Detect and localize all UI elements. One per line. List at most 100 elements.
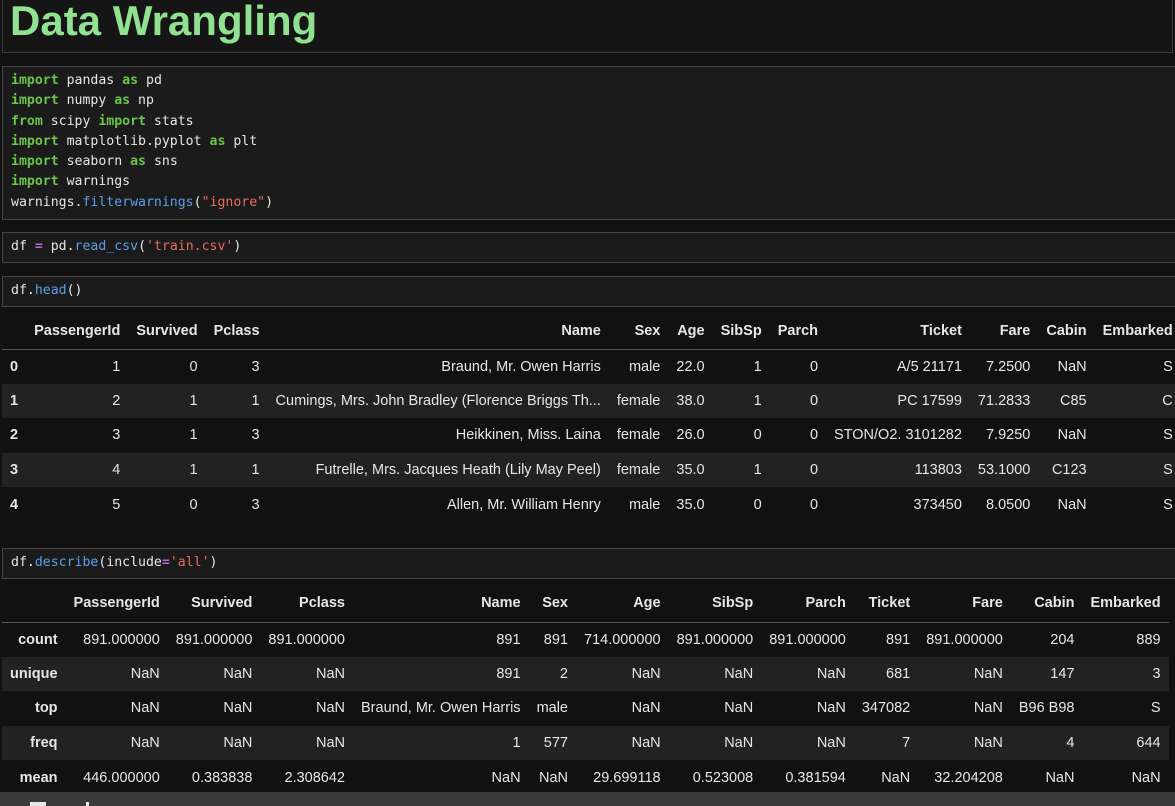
column-header xyxy=(2,585,66,623)
table-cell: 7.2500 xyxy=(985,358,1031,375)
toolbar-mark-icon xyxy=(86,802,89,806)
code-token: ) xyxy=(233,239,242,254)
table-cell: 891 xyxy=(496,665,521,682)
table-cell: NaN xyxy=(223,700,253,717)
table-cell: 0.381594 xyxy=(785,769,846,786)
table-cell: NaN xyxy=(631,665,661,682)
table-cell: 1 xyxy=(189,427,198,444)
code-token: warnings. xyxy=(11,194,83,210)
code-head[interactable]: df.head() xyxy=(3,277,1175,305)
table-cell: 4 xyxy=(112,462,121,479)
row-index: 0 xyxy=(10,358,19,375)
table-cell: 29.699118 xyxy=(593,769,661,786)
code-token: np xyxy=(130,93,154,109)
table-cell: NaN xyxy=(816,665,846,682)
code-token: read_csv xyxy=(74,239,139,254)
table-cell: 35.0 xyxy=(676,496,705,513)
table-cell: 891.000000 xyxy=(83,631,160,648)
table-cell: 7 xyxy=(902,735,911,752)
column-header: Pclass xyxy=(260,585,353,623)
table-cell: S xyxy=(1163,427,1173,444)
code-cell-read-csv[interactable]: df = pd.read_csv('train.csv') xyxy=(2,232,1175,263)
table-cell: Braund, Mr. Owen Harris xyxy=(361,700,521,717)
code-token: import xyxy=(11,93,59,109)
code-read-csv[interactable]: df = pd.read_csv('train.csv') xyxy=(3,233,1175,261)
table-cell: NaN xyxy=(315,700,345,717)
table-cell: 71.2833 xyxy=(977,392,1031,409)
code-token: matplotlib.pyplot xyxy=(58,133,210,149)
table-cell: 891 xyxy=(543,631,568,648)
column-header: Sex xyxy=(608,314,669,350)
table-cell: 891.000000 xyxy=(676,631,754,648)
table-cell: 0 xyxy=(809,427,819,444)
table-cell: 446.000000 xyxy=(83,769,160,786)
code-token: ) xyxy=(265,194,274,210)
column-header: Embarked xyxy=(1082,585,1169,623)
table-cell: 1 xyxy=(753,462,762,479)
table-cell: NaN xyxy=(724,735,754,752)
table-cell: 1 xyxy=(512,735,521,752)
table-row: 3 4 1 1 Futrelle, Mrs. Jacques Heath (Lily M… xyxy=(2,452,1175,488)
table-cell: 0 xyxy=(809,358,819,375)
column-header xyxy=(2,314,27,350)
table-cell: NaN xyxy=(816,700,846,717)
table-cell: 577 xyxy=(543,735,568,752)
code-token: df. xyxy=(11,555,35,570)
column-header: Cabin xyxy=(1038,314,1095,350)
column-header: Survived xyxy=(128,314,206,350)
column-header: Sex xyxy=(528,585,576,623)
code-imports[interactable]: import pandas as pd import numpy as np f… xyxy=(3,67,1175,217)
table-cell: 1 xyxy=(112,358,121,375)
table-row: 2 3 1 3 Heikkinen, Miss. Laina female 26.0 0 0 ST… xyxy=(2,418,1175,453)
table-cell: 1 xyxy=(251,462,260,479)
table-cell: Heikkinen, Miss. Laina xyxy=(455,427,601,444)
code-token: import xyxy=(98,113,146,129)
table-cell: 0.523008 xyxy=(692,769,754,786)
table-cell: 0 xyxy=(809,496,819,513)
column-header: SibSp xyxy=(668,585,762,623)
column-header: PassengerId xyxy=(65,585,168,623)
column-header: PassengerId xyxy=(26,314,129,350)
table-cell: 113803 xyxy=(914,462,962,479)
table-cell: 373450 xyxy=(913,496,962,513)
table-cell: 3 xyxy=(251,496,260,513)
table-cell: Allen, Mr. William Henry xyxy=(446,496,601,513)
bottom-toolbar xyxy=(0,792,1175,806)
table-cell: 1 xyxy=(753,392,762,409)
code-token: as xyxy=(130,154,146,170)
table-cell: NaN xyxy=(973,700,1003,717)
code-cell-head[interactable]: df.head() xyxy=(2,276,1175,307)
column-header: Fare xyxy=(918,585,1011,623)
table-cell: 0 xyxy=(189,358,198,375)
checkbox-icon[interactable] xyxy=(30,802,46,806)
code-cell-describe[interactable]: df.describe(include='all') xyxy=(2,548,1175,579)
code-describe[interactable]: df.describe(include='all') xyxy=(3,549,1175,577)
column-header: Survived xyxy=(167,585,261,623)
code-token: "ignore" xyxy=(201,194,266,210)
code-token: plt xyxy=(225,133,258,149)
markdown-cell[interactable]: Data Wrangling xyxy=(2,0,1173,53)
code-token: import xyxy=(11,174,59,190)
code-token: pd. xyxy=(42,239,75,254)
code-token: import xyxy=(11,73,59,88)
table-cell: 644 xyxy=(1136,735,1161,752)
table-cell: Braund, Mr. Owen Harris xyxy=(441,358,601,375)
table-cell: 3 xyxy=(251,427,260,444)
table-cell: 0 xyxy=(809,462,819,479)
code-token: ) xyxy=(209,555,218,570)
table-cell: male xyxy=(628,358,661,375)
table-cell: STON/O2. 3101282 xyxy=(834,427,962,444)
table-cell: NaN xyxy=(223,665,253,682)
table-cell: 26.0 xyxy=(676,427,705,444)
code-token: head xyxy=(34,283,67,298)
table-row: 4 5 0 3 Allen, Mr. William Henry male 35.0 0 0 37… xyxy=(2,487,1175,522)
table-cell: 347082 xyxy=(861,700,911,717)
table-cell: S xyxy=(1163,462,1173,479)
table-cell: 38.0 xyxy=(676,392,705,409)
table-cell: 1 xyxy=(189,392,198,409)
table-cell: 0 xyxy=(753,496,762,513)
code-token: describe xyxy=(34,555,99,570)
code-cell-imports[interactable]: import pandas as pd import numpy as np f… xyxy=(2,66,1175,220)
code-token: 'all' xyxy=(169,555,210,570)
head-output-table: PassengerId Survived Pclass Name Sex Age SibSp… xyxy=(2,314,1175,522)
